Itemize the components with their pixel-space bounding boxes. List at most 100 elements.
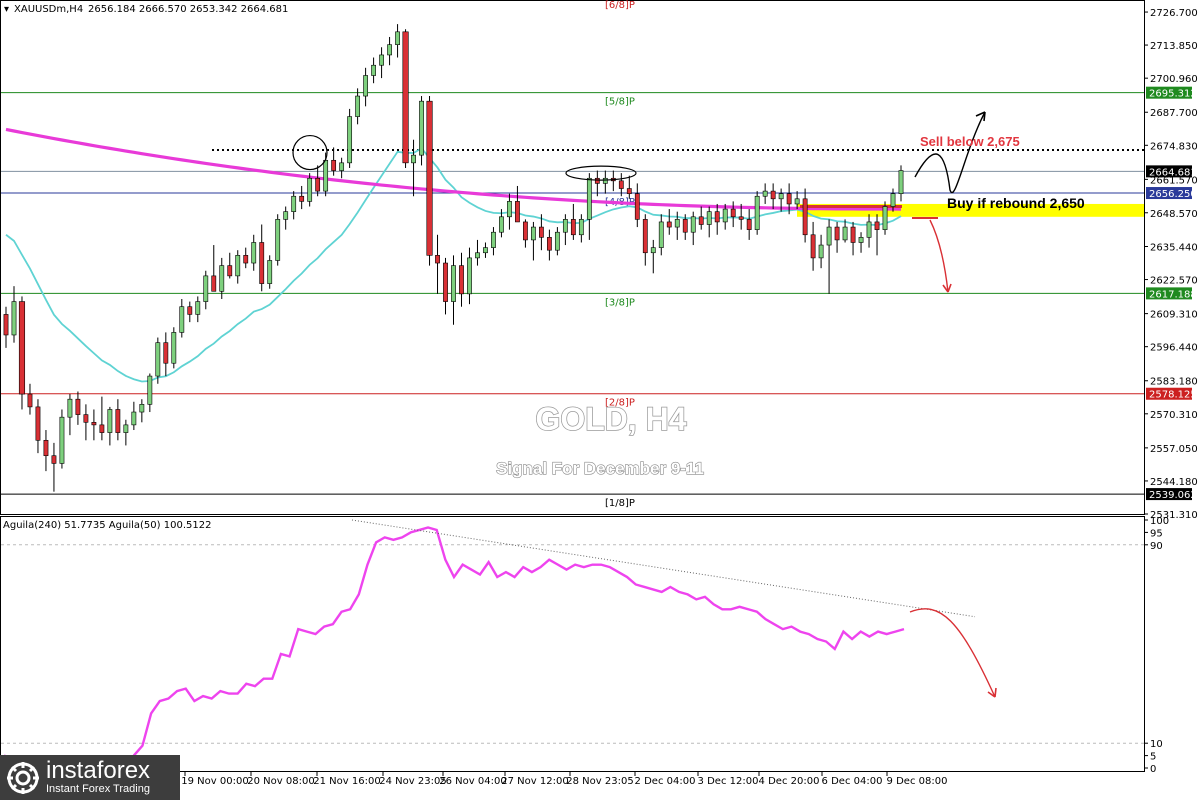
bull-candle-body [387, 44, 392, 56]
price-tag-label: 2695.312 [1149, 89, 1197, 100]
bull-candle-body [59, 416, 65, 464]
bull-candle-body [842, 226, 848, 241]
bull-candle-body [706, 211, 712, 225]
price-tag-label: 2539.062 [1149, 490, 1197, 501]
chart-subtitle: Signal For December 9-11 [496, 459, 704, 478]
bear-candle-body [435, 255, 440, 264]
candle [882, 201, 888, 235]
price-axis: 2726.700 2713.850 2700.960 2687.700 2674.830… [1144, 8, 1198, 521]
bull-candle-body [107, 409, 113, 433]
logo-name: instaforex [46, 757, 151, 784]
price-tick-label: 2583.180 [1150, 377, 1198, 388]
bear-candle-body [810, 234, 816, 259]
bear-candle-body [874, 221, 880, 230]
bull-candle-body [586, 177, 592, 220]
bull-candle-body [307, 177, 313, 202]
bull-candle-body [195, 301, 201, 315]
bull-candle-body [379, 54, 384, 66]
bear-candle-body [850, 226, 856, 243]
murrey-label: [6/8]P [605, 0, 635, 11]
bear-candle-body [259, 242, 265, 284]
bull-candle-body [451, 265, 456, 302]
bull-candle-body [554, 231, 560, 251]
time-tick-label: 20 Nov 08:00 [247, 776, 314, 787]
price-tick-label: 2700.960 [1150, 74, 1198, 85]
bear-candle-body [515, 201, 520, 223]
bull-candle-body [339, 162, 345, 171]
time-tick-label: 2 Dec 04:00 [635, 776, 696, 787]
symbol-arrow-icon: ▾ [4, 4, 9, 15]
time-tick-label: 4 Dec 20:00 [759, 776, 820, 787]
current-price-label: 2664.681 [1149, 167, 1197, 178]
bull-candle-body [475, 252, 480, 259]
bear-candle-body [738, 216, 744, 220]
chart-frame [0, 0, 1145, 772]
bull-candle-body [355, 95, 361, 117]
bull-candle-body [562, 219, 568, 233]
time-tick-label: 3 Dec 12:00 [698, 776, 759, 787]
osc-tick-label: 100 [1150, 516, 1169, 527]
price-tick-label: 2622.570 [1150, 276, 1198, 287]
bull-candle-body [219, 265, 225, 292]
bear-candle-body [618, 180, 624, 189]
time-tick-label: 6 Dec 04:00 [822, 776, 883, 787]
ohlc-readout: 2656.184 2666.570 2653.342 2664.681 [88, 4, 288, 15]
bull-candle-body [826, 226, 832, 246]
price-tick-label: 2557.050 [1150, 444, 1198, 455]
chart-title: GOLD, H4 [535, 401, 686, 437]
candle [18, 296, 26, 410]
bull-candle-body [171, 332, 177, 364]
bull-candle-body [155, 342, 161, 377]
price-tag-label: 2617.188 [1149, 289, 1197, 300]
buy-signal-label: Buy if rebound 2,650 [947, 195, 1085, 211]
bull-candle-body [898, 170, 904, 194]
bear-candle-body [730, 208, 736, 218]
price-tick-label: 2687.700 [1150, 108, 1198, 119]
time-tick-label: 26 Nov 04:00 [439, 776, 506, 787]
candle [402, 29, 409, 168]
bull-candle-body [794, 198, 800, 205]
bull-candle-body [147, 375, 153, 405]
bull-candle-body [139, 404, 145, 413]
bull-candle-body [491, 231, 496, 248]
bull-candle-body [499, 216, 504, 233]
bull-candle-body [411, 154, 416, 164]
bull-candle-body [11, 301, 17, 336]
candle [426, 96, 433, 266]
bull-candle-body [890, 193, 896, 207]
bear-candle-body [594, 177, 600, 184]
logo-tagline: Instant Forex Trading [46, 783, 150, 795]
bull-candle-body [371, 64, 376, 76]
bear-candle-body [27, 393, 33, 408]
bear-candle-body [443, 262, 448, 302]
time-tick-label: 24 Nov 23:05 [379, 776, 446, 787]
bear-candle-body [634, 193, 640, 220]
candle [171, 327, 177, 369]
price-tick-label: 2674.830 [1150, 141, 1198, 152]
chart-canvas: [6/8]P[5/8]P[4/8]P[3/8]P[2/8]P[1/8]P 272… [0, 0, 1198, 787]
osc-tick-label: 10 [1150, 739, 1163, 750]
bear-candle-body [770, 190, 776, 200]
bull-candle-body [395, 31, 400, 45]
symbol-label: XAUUSDm,H4 [14, 4, 83, 15]
bear-candle-body [163, 342, 169, 364]
candle [419, 96, 424, 166]
time-tick-label: 28 Nov 23:05 [566, 776, 633, 787]
price-tick-label: 2648.570 [1150, 209, 1198, 220]
bear-candle-body [99, 424, 105, 433]
instaforex-logo: instaforex Instant Forex Trading [0, 755, 180, 800]
bull-candle-body [203, 275, 209, 302]
bear-candle-body [786, 193, 792, 205]
bear-candle-body [626, 188, 632, 194]
bear-candle-body [714, 211, 720, 223]
bear-candle-body [426, 100, 433, 256]
bear-candle-body [35, 406, 41, 441]
osc-tick-label: 0 [1150, 764, 1156, 775]
osc-tick-label: 95 [1150, 528, 1163, 539]
bear-candle-body [402, 31, 409, 164]
bull-candle-body [754, 195, 760, 230]
price-tick-label: 2544.180 [1150, 477, 1198, 488]
bull-candle-body [67, 398, 73, 418]
bear-candle-body [18, 301, 26, 395]
bear-candle-body [75, 398, 81, 415]
